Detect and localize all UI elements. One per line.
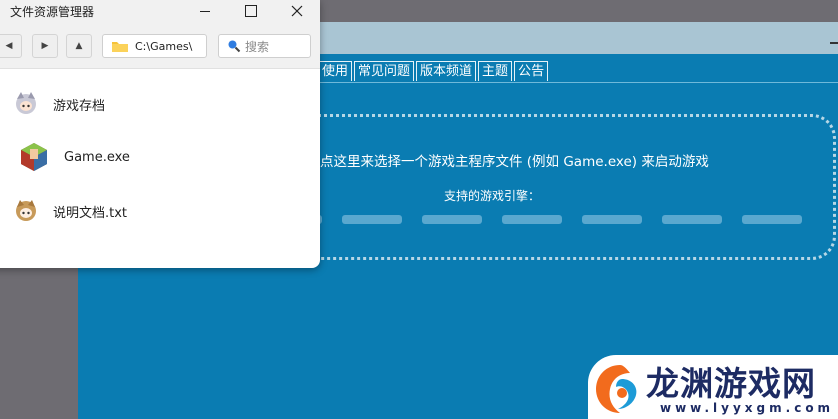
engine-badge xyxy=(422,215,482,224)
tab-announcement[interactable]: 公告 xyxy=(514,61,549,81)
file-item-saves[interactable]: 游戏存档 xyxy=(0,86,305,122)
back-arrow-icon: ◀ xyxy=(5,41,13,51)
search-input[interactable]: 搜索 xyxy=(218,34,311,58)
anime-avatar-icon xyxy=(16,200,36,221)
forward-arrow-icon: ▶ xyxy=(41,41,49,51)
folder-icon xyxy=(112,42,128,52)
minimize-icon xyxy=(200,11,210,12)
file-item-game-exe[interactable]: Game.exe xyxy=(0,139,305,175)
close-icon xyxy=(291,5,303,17)
tab-usage[interactable]: 使用 xyxy=(318,61,353,81)
watermark-url: www.lyyxgm.com xyxy=(660,401,835,415)
search-icon xyxy=(228,40,241,53)
explorer-title: 文件资源管理器 xyxy=(10,5,95,19)
file-name: 说明文档.txt xyxy=(53,205,128,221)
tab-faq[interactable]: 常见问题 xyxy=(354,61,415,81)
address-bar[interactable]: C:\Games\ xyxy=(102,34,207,58)
engine-badge xyxy=(502,215,562,224)
watermark-logo-icon xyxy=(596,365,637,413)
engine-badge xyxy=(742,215,802,224)
back-button[interactable]: ◀ xyxy=(0,34,22,58)
search-placeholder: 搜索 xyxy=(245,39,270,54)
engine-badge xyxy=(342,215,402,224)
tab-version-channel[interactable]: 版本频道 xyxy=(416,61,477,81)
address-path: C:\Games\ xyxy=(135,39,193,53)
supported-engines-label: 支持的游戏引擎： xyxy=(444,189,541,203)
maximize-icon xyxy=(245,5,257,17)
game-exe-icon xyxy=(21,143,47,171)
maximize-button[interactable] xyxy=(228,0,274,22)
up-button[interactable]: ▲ xyxy=(66,34,92,58)
game-file-dropzone[interactable] xyxy=(270,114,836,260)
watermark-title: 龙渊游戏网 xyxy=(646,364,816,403)
tab-theme[interactable]: 主题 xyxy=(478,61,513,81)
minimize-icon[interactable] xyxy=(830,42,838,44)
anime-avatar-icon xyxy=(16,92,36,114)
close-button[interactable] xyxy=(274,0,320,22)
launcher-tabs: 使用 常见问题 版本频道 主题 公告 xyxy=(318,61,549,81)
engine-badge xyxy=(662,215,722,224)
file-item-readme[interactable]: 说明文档.txt xyxy=(0,193,305,229)
file-explorer-window: 文件资源管理器 ◀ ▶ ▲ C:\Games\ 搜索 游戏存档 Game.exe… xyxy=(0,0,320,268)
explorer-titlebar: 文件资源管理器 xyxy=(0,0,320,22)
engine-badge xyxy=(582,215,642,224)
file-name: Game.exe xyxy=(64,149,130,165)
minimize-button[interactable] xyxy=(182,0,228,22)
up-arrow-icon: ▲ xyxy=(75,41,83,51)
forward-button[interactable]: ▶ xyxy=(32,34,58,58)
file-name: 游戏存档 xyxy=(53,98,106,114)
dropzone-instruction[interactable]: 点这里来选择一个游戏主程序文件 (例如 Game.exe) 来启动游戏 xyxy=(320,150,709,170)
site-watermark: 龙渊游戏网 www.lyyxgm.com xyxy=(588,355,838,419)
explorer-toolbar: ◀ ▶ ▲ C:\Games\ 搜索 xyxy=(0,22,320,69)
